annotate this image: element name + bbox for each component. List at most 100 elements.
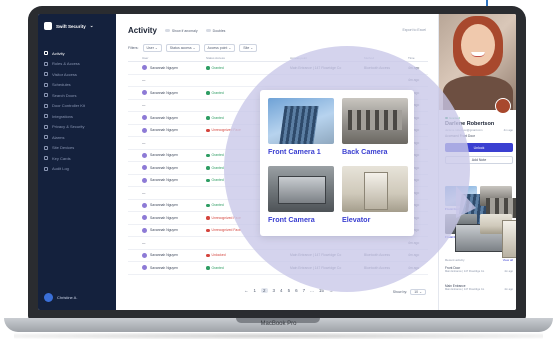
- filter-dropdown[interactable]: Access point ⌄: [203, 44, 236, 52]
- recent-meta: Main Entrance | 147 Flowridge Co 4m ago: [445, 288, 513, 291]
- status-dot-icon: [206, 153, 210, 157]
- avatar: [142, 127, 147, 133]
- filter-label: Status access: [169, 46, 192, 50]
- sidebar-item[interactable]: Integrations: [44, 111, 110, 122]
- sidebar-item[interactable]: Door Controller Kit: [44, 101, 110, 112]
- user-name: Savannah Nguyen: [150, 90, 178, 95]
- sidebar-item-label: Integrations: [52, 113, 73, 119]
- page-number[interactable]: 4: [280, 288, 283, 293]
- camera-feed-image: [268, 98, 334, 144]
- avatar: [142, 165, 147, 171]
- sidebar-item[interactable]: Roles & Access: [44, 59, 110, 70]
- laptop-screen: Swift Security ⌄ Activity Roles & Access V…: [38, 14, 516, 310]
- nav-item-icon: [44, 61, 48, 66]
- sidebar-item-label: Privacy & Security: [52, 124, 85, 130]
- show-by-value: 10: [414, 290, 419, 294]
- recent-location: Main Entrance | 147 Flowridge Co: [445, 288, 485, 291]
- page: Swift Security ⌄ Activity Roles & Access V…: [0, 0, 557, 343]
- camera-tile[interactable]: Front Camera 1: [268, 98, 334, 156]
- nav-item-icon: [44, 124, 48, 129]
- list-item[interactable]: Main Entrance Main Entrance | 147 Flowrid…: [445, 284, 513, 291]
- org-logo-icon: [44, 22, 52, 30]
- status-label: Granted: [211, 65, 224, 70]
- nav-item-icon: [44, 166, 48, 171]
- status-dot-icon: [206, 266, 210, 270]
- user-name: —: [142, 140, 146, 145]
- sidebar-item[interactable]: Visitor Access: [44, 69, 110, 80]
- user-cell: Savannah Nguyen: [142, 115, 206, 121]
- status-label: Unrecognized Face: [211, 228, 241, 233]
- page-number[interactable]: 5: [288, 288, 291, 293]
- avatar: [142, 252, 147, 258]
- status-dot-icon: [206, 216, 210, 220]
- status-label: Unlocked: [211, 253, 226, 258]
- status-dot-icon: [206, 178, 210, 182]
- show-by-select[interactable]: 10 ⌄: [410, 289, 426, 295]
- filters-label: Filters:: [128, 46, 139, 50]
- person-time: 4m ago: [503, 128, 513, 132]
- avatar: [142, 177, 147, 183]
- nav-item-icon: [44, 135, 48, 140]
- camera-label: Front Camera: [268, 215, 315, 224]
- user-name: Savannah Nguyen: [150, 203, 178, 208]
- user-name: Savannah Nguyen: [150, 115, 178, 120]
- camera-tile[interactable]: Back Camera: [342, 98, 408, 156]
- sidebar-item[interactable]: Privacy & Security: [44, 122, 110, 133]
- toggle-anomaly[interactable]: Show if anomaly: [164, 29, 198, 33]
- camera-feed-image: [342, 98, 408, 144]
- user-cell: —: [142, 191, 206, 195]
- sidebar-item[interactable]: Alarms: [44, 132, 110, 143]
- chevron-down-icon: ⌄: [227, 46, 232, 50]
- org-switcher[interactable]: Swift Security ⌄: [44, 22, 94, 30]
- camera-tile[interactable]: Front Camera: [268, 166, 334, 224]
- nav-item-icon: [44, 82, 48, 87]
- sidebar-item[interactable]: Schedules: [44, 80, 110, 91]
- filter-dropdown[interactable]: Status access ⌄: [165, 44, 200, 52]
- title-row: Activity Show if anomaly Doubles: [128, 26, 225, 35]
- page-number[interactable]: 7: [303, 288, 306, 293]
- recent-header: Recent activity View all: [445, 258, 513, 262]
- sidebar-item-label: Visitor Access: [52, 71, 77, 77]
- sidebar-item-label: Site Devices: [52, 145, 75, 151]
- prev-page-icon[interactable]: ←: [244, 288, 249, 293]
- sidebar-item[interactable]: Key Cards: [44, 153, 110, 164]
- page-number[interactable]: 2: [261, 288, 268, 293]
- sidebar-item[interactable]: Search Doors: [44, 90, 110, 101]
- status-dot-icon: [206, 253, 210, 257]
- filter-label: User: [146, 46, 154, 50]
- column-header: [128, 56, 142, 61]
- view-all-link[interactable]: View all: [503, 258, 513, 262]
- export-link[interactable]: Export to Excel: [402, 28, 426, 32]
- user-cell: Savannah Nguyen: [142, 177, 206, 183]
- user-cell: Savannah Nguyen: [142, 227, 206, 233]
- chevron-down-icon: ⌄: [153, 46, 158, 50]
- laptop-base: MacBook Pro: [4, 318, 553, 332]
- status-label: Granted: [211, 203, 224, 208]
- sidebar-item[interactable]: Audit Log: [44, 164, 110, 175]
- page-number[interactable]: ...: [310, 288, 314, 293]
- sidebar-item[interactable]: Site Devices: [44, 143, 110, 154]
- list-item[interactable]: Front Door Main Entrance | 147 Flowridge …: [445, 266, 513, 273]
- laptop-shadow: [14, 333, 543, 339]
- camera-label: Elevator: [342, 215, 371, 224]
- recent-location: Main Entrance | 147 Flowridge Co: [445, 270, 485, 273]
- user-cell: —: [142, 78, 206, 82]
- page-number[interactable]: 3: [273, 288, 276, 293]
- sidebar-item-label: Audit Log: [52, 166, 69, 172]
- status-dot-icon: [206, 66, 210, 70]
- filter-dropdown[interactable]: User ⌄: [142, 44, 162, 52]
- camera-label: Front Camera 1: [268, 147, 321, 156]
- camera-feed-image: [342, 166, 408, 212]
- page-number[interactable]: 6: [295, 288, 298, 293]
- user-chip[interactable]: Christine A.: [44, 293, 77, 302]
- avatar: [142, 152, 147, 158]
- toggle-doubles-label: Doubles: [212, 28, 226, 33]
- sidebar-item-label: Activity: [52, 50, 65, 56]
- page-number[interactable]: 1: [254, 288, 257, 293]
- filter-dropdown[interactable]: Site ⌄: [239, 44, 258, 52]
- camera-tile[interactable]: Elevator: [342, 166, 408, 224]
- recent-time: 4m ago: [504, 270, 513, 273]
- user-name: —: [142, 78, 146, 83]
- toggle-doubles[interactable]: Doubles: [205, 28, 226, 33]
- sidebar-item[interactable]: Activity: [44, 48, 110, 59]
